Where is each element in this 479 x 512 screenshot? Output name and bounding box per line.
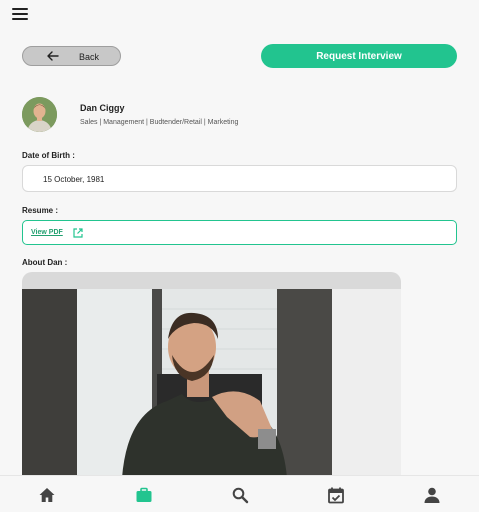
nav-search[interactable] <box>231 486 249 504</box>
avatar <box>22 97 57 132</box>
view-pdf-label: View PDF <box>31 229 63 236</box>
dob-label: Date of Birth : <box>22 151 75 160</box>
menu-icon[interactable] <box>12 8 28 20</box>
back-button[interactable]: Back <box>22 46 121 66</box>
dob-value: 15 October, 1981 <box>43 175 105 184</box>
candidate-roles: Sales | Management | Budtender/Retail | … <box>80 119 239 126</box>
about-video[interactable] <box>22 272 401 478</box>
arrow-left-icon <box>47 51 59 61</box>
nav-calendar[interactable] <box>327 486 345 504</box>
candidate-name: Dan Ciggy <box>80 103 125 113</box>
home-icon <box>39 488 55 502</box>
briefcase-icon <box>136 487 152 502</box>
view-pdf-link[interactable]: View PDF <box>22 220 457 245</box>
request-interview-button[interactable]: Request Interview <box>261 44 457 68</box>
search-icon <box>232 487 249 504</box>
bottom-navigation <box>0 475 479 512</box>
calendar-check-icon <box>328 487 344 504</box>
video-frame-image <box>22 289 401 478</box>
external-link-icon <box>73 227 83 238</box>
person-icon <box>424 487 440 503</box>
resume-label: Resume : <box>22 206 59 215</box>
back-label: Back <box>79 52 100 62</box>
nav-jobs[interactable] <box>135 486 153 504</box>
nav-profile[interactable] <box>423 486 441 504</box>
nav-home[interactable] <box>38 486 56 504</box>
about-label: About Dan : <box>22 258 68 267</box>
dob-field[interactable]: 15 October, 1981 <box>22 165 457 192</box>
